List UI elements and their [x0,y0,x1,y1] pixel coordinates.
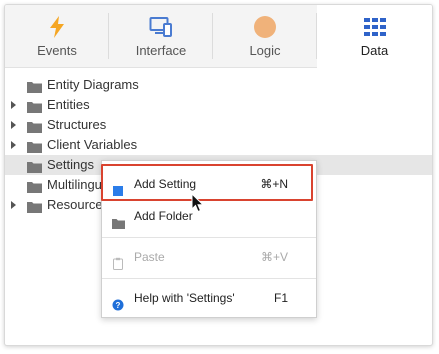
tab-logic-label: Logic [249,43,281,58]
tab-bar: Events Interface Logic Data [5,5,432,68]
help-icon: ? [112,292,124,311]
expand-arrow-icon[interactable] [11,101,16,109]
tab-data[interactable]: Data [317,5,432,68]
tree-item-label: Entity Diagrams [47,77,139,92]
circle-icon [253,15,277,39]
tab-interface-label: Interface [135,43,187,58]
grid-icon [363,15,387,39]
expand-arrow-icon[interactable] [11,121,16,129]
menu-separator [102,278,316,279]
tab-events[interactable]: Events [5,5,109,67]
tab-logic[interactable]: Logic [213,5,317,67]
menu-item-add-folder[interactable]: Add Folder [102,201,316,231]
expand-arrow-icon[interactable] [11,141,16,149]
menu-item-label: Add Folder [134,209,193,223]
menu-item-paste[interactable]: Paste ⌘+V [102,242,316,272]
folder-icon [27,99,42,113]
tree-item-label: Resources [47,197,110,212]
lightning-icon [45,15,69,39]
monitor-icon [149,15,173,39]
menu-item-shortcut: F1 [273,291,288,305]
tree-item-entities[interactable]: Entities [5,95,432,115]
tab-events-label: Events [37,43,77,58]
tree-item-label: Structures [47,117,107,132]
folder-icon [27,79,42,93]
menu-separator [102,237,316,238]
tree-item-structures[interactable]: Structures [5,115,432,135]
tree-item-entity-diagrams[interactable]: Entity Diagrams [5,75,432,95]
tree-item-label: Client Variables [47,137,138,152]
menu-item-label: Paste [134,250,165,264]
tab-interface[interactable]: Interface [109,5,213,67]
folder-icon [27,199,42,213]
tree-item-label: Entities [47,97,90,112]
folder-icon [27,159,42,173]
clipboard-icon [112,251,124,270]
highlight-box [101,164,313,201]
mouse-cursor-icon [191,192,205,213]
menu-item-shortcut: ⌘+V [260,250,288,264]
tab-data-label: Data [360,43,389,58]
tree-item-client-variables[interactable]: Client Variables [5,135,432,155]
folder-icon [27,119,42,133]
folder-icon [112,210,125,229]
menu-item-help[interactable]: ? Help with 'Settings' F1 [102,283,316,313]
expand-arrow-icon[interactable] [11,201,16,209]
folder-icon [27,139,42,153]
menu-item-label: Help with 'Settings' [134,291,235,305]
folder-icon [27,179,42,193]
svg-text:?: ? [116,301,121,310]
tree-item-label: Settings [47,157,94,172]
